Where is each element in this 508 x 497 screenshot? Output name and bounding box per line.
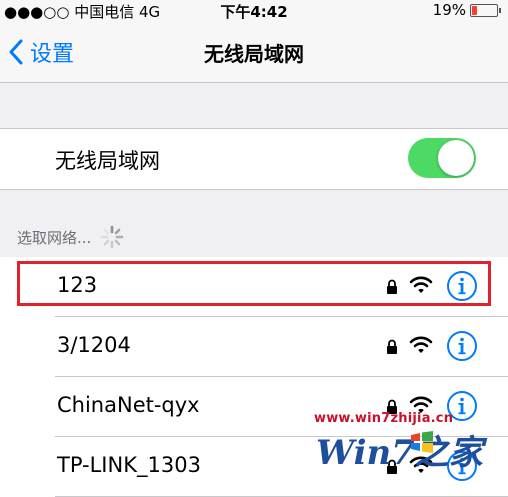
wifi-toggle-label: 无线局域网: [55, 149, 160, 173]
lock-icon: [387, 339, 397, 354]
network-name: 3/1204: [57, 333, 131, 357]
battery-indicator: 19%: [432, 1, 501, 19]
lock-icon: [387, 279, 397, 294]
choose-network-label: 选取网络...: [17, 228, 92, 247]
battery-icon: [470, 3, 501, 17]
spinner-icon: [101, 225, 124, 249]
info-icon[interactable]: [446, 330, 478, 362]
toggle-knob: [438, 140, 474, 176]
wifi-icon: [409, 276, 433, 293]
watermark-url: www.win7zhijia.cn: [314, 411, 454, 426]
network-name: ChinaNet-qyx: [57, 393, 200, 417]
watermark: www.win7zhijia.cn Win7之家: [300, 405, 505, 491]
status-bar: ●●●○○ 中国电信 4G 下午4:42 19%: [0, 0, 508, 22]
battery-percent: 19%: [432, 1, 466, 19]
info-icon[interactable]: [446, 270, 478, 302]
wifi-icon: [409, 336, 433, 353]
page-title: 无线局域网: [204, 42, 304, 66]
network-row[interactable]: 123: [0, 257, 508, 317]
battery-tip: [499, 7, 501, 13]
network-row[interactable]: 3/1204: [0, 317, 508, 377]
battery-fill: [472, 5, 477, 15]
wifi-toggle-switch[interactable]: [408, 138, 476, 178]
navigation-bar: 设置 无线局域网: [0, 22, 508, 83]
watermark-text: Win7之家: [316, 433, 483, 473]
wifi-toggle-row: 无线局域网: [0, 128, 508, 190]
choose-network-header: 选取网络...: [17, 224, 125, 250]
network-name: TP-LINK_1303: [57, 453, 201, 477]
windows-logo-icon: [411, 431, 433, 453]
network-name: 123: [57, 273, 98, 297]
